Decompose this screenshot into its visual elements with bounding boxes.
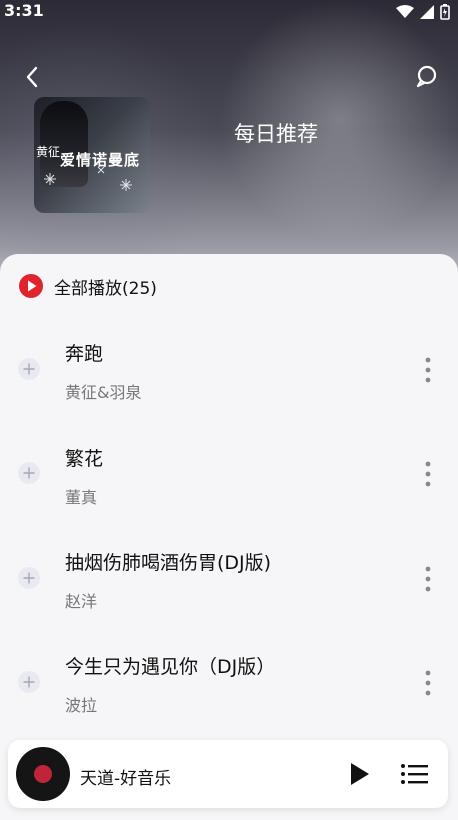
play-all-button[interactable]: 全部播放(25): [18, 272, 157, 300]
play-circle-icon: [19, 274, 43, 298]
vinyl-disc-icon: [16, 747, 70, 801]
song-item[interactable]: 抽烟伤肺喝酒伤胃(DJ版) 赵洋: [0, 526, 458, 630]
more-vertical-icon: [425, 566, 431, 592]
song-more-button[interactable]: [422, 357, 434, 383]
mini-player[interactable]: 天道-好音乐: [8, 740, 448, 808]
song-item[interactable]: 奔跑 黄征&羽泉: [0, 318, 458, 422]
plus-icon: [23, 467, 35, 479]
comment-button[interactable]: [412, 62, 442, 92]
chevron-left-icon: [26, 66, 38, 88]
song-title: 今生只为遇见你（DJ版）: [65, 656, 276, 678]
comment-icon: [416, 65, 437, 88]
more-vertical-icon: [425, 670, 431, 696]
plus-icon: [23, 676, 35, 688]
cover-sparkle-icon: [44, 166, 132, 191]
song-more-button[interactable]: [422, 670, 434, 696]
page-title: 每日推荐: [234, 122, 318, 146]
playlist-icon: [401, 764, 428, 784]
status-time: 3:31: [4, 1, 44, 20]
song-item[interactable]: 今生只为遇见你（DJ版） 波拉: [0, 630, 458, 734]
song-artist: 波拉: [65, 696, 98, 715]
back-button[interactable]: [18, 62, 48, 92]
battery-icon: [440, 4, 450, 20]
play-icon: [351, 763, 369, 785]
add-song-button[interactable]: [18, 462, 40, 484]
add-song-button[interactable]: [18, 671, 40, 693]
add-song-button[interactable]: [18, 567, 40, 589]
song-title: 奔跑: [65, 343, 104, 365]
signal-icon: [420, 5, 434, 19]
playlist-button[interactable]: [400, 760, 430, 788]
add-song-button[interactable]: [18, 358, 40, 380]
plus-icon: [23, 363, 35, 375]
status-bar: 3:31: [0, 0, 458, 22]
song-more-button[interactable]: [422, 566, 434, 592]
song-artist: 董真: [65, 488, 98, 507]
wifi-icon: [396, 5, 414, 18]
song-title: 抽烟伤肺喝酒伤胃(DJ版): [65, 552, 272, 574]
song-more-button[interactable]: [422, 461, 434, 487]
song-item[interactable]: 繁花 董真: [0, 422, 458, 526]
song-title: 繁花: [65, 448, 104, 470]
more-vertical-icon: [425, 357, 431, 383]
song-artist: 赵洋: [65, 592, 98, 611]
plus-icon: [23, 572, 35, 584]
play-all-label: 全部播放(25): [54, 278, 157, 299]
mini-player-title: 天道-好音乐: [80, 769, 172, 789]
status-icons: [396, 4, 450, 20]
more-vertical-icon: [425, 461, 431, 487]
song-artist: 黄征&羽泉: [65, 383, 142, 402]
play-button[interactable]: [346, 761, 372, 787]
album-cover: 黄征 爱情诺曼底: [34, 97, 150, 213]
